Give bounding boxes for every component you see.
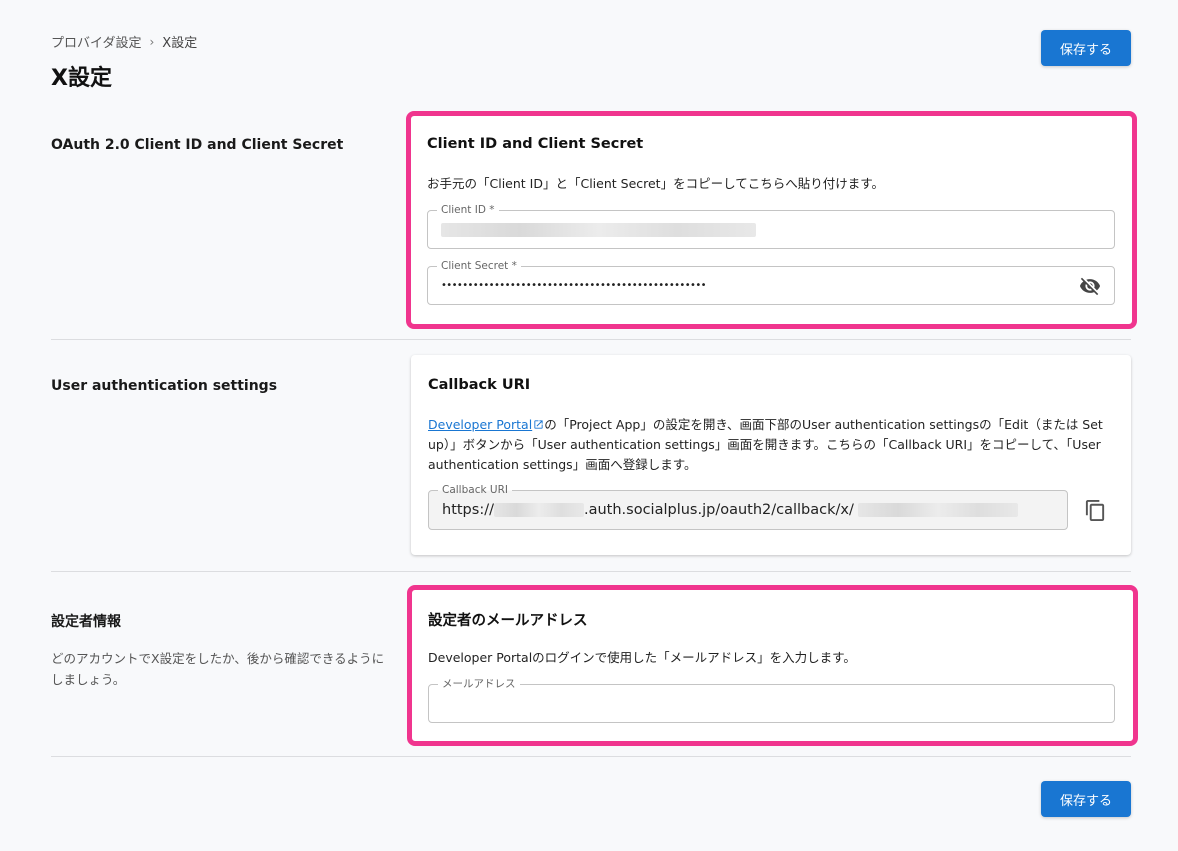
save-button-bottom[interactable]: 保存する xyxy=(1041,781,1131,817)
section-divider xyxy=(51,756,1131,757)
callback-uri-instruction: Developer Portal の「Project App」の設定を開き、画面下… xyxy=(428,415,1117,475)
callback-uri-tenant-redacted xyxy=(493,503,584,517)
page-title: X設定 xyxy=(51,66,112,91)
breadcrumb-provider-settings[interactable]: プロバイダ設定 xyxy=(51,32,141,51)
section-divider xyxy=(51,339,1131,340)
operator-email-card: 設定者のメールアドレス Developer Portalのログインで使用した「メ… xyxy=(407,585,1138,746)
eye-off-icon[interactable] xyxy=(1078,275,1102,297)
callback-uri-value: https:// .auth.socialplus.jp/oauth2/call… xyxy=(442,491,1018,529)
card-title-client-credentials: Client ID and Client Secret xyxy=(427,136,644,152)
callback-uri-path: .auth.socialplus.jp/oauth2/callback/x/ xyxy=(583,502,854,518)
client-id-field[interactable]: Client ID * xyxy=(427,203,1115,249)
operator-email-instruction: Developer Portalのログインで使用した「メールアドレス」を入力しま… xyxy=(428,650,856,665)
section-label-operator: 設定者情報 xyxy=(51,614,121,630)
section-label-user-auth: User authentication settings xyxy=(51,378,278,394)
section-desc-operator: どのアカウントでX設定をしたか、後から確認できるようにしましょう。 xyxy=(51,651,385,687)
callback-uri-field[interactable]: Callback URI https:// .auth.socialplus.j… xyxy=(428,483,1068,530)
section-divider xyxy=(51,571,1131,572)
client-secret-field[interactable]: Client Secret * ••••••••••••••••••••••••… xyxy=(427,259,1115,305)
client-id-value xyxy=(441,211,756,248)
email-field[interactable]: メールアドレス xyxy=(428,677,1115,723)
breadcrumb-current: X設定 xyxy=(162,36,198,51)
client-credentials-card: Client ID and Client Secret お手元の「Client … xyxy=(406,111,1137,329)
breadcrumb-separator: › xyxy=(149,34,155,49)
card-title-callback-uri: Callback URI xyxy=(428,377,531,393)
client-id-redacted xyxy=(441,222,756,237)
external-link-icon xyxy=(534,420,543,429)
section-label-oauth: OAuth 2.0 Client ID and Client Secret xyxy=(51,137,344,153)
copy-icon[interactable] xyxy=(1083,498,1107,522)
callback-uri-id-redacted xyxy=(857,503,1018,517)
client-credentials-instruction: お手元の「Client ID」と「Client Secret」をコピーしてこちら… xyxy=(427,176,884,191)
breadcrumb: プロバイダ設定 › X設定 xyxy=(51,32,198,52)
client-secret-value: ••••••••••••••••••••••••••••••••••••••••… xyxy=(441,280,707,291)
callback-uri-scheme: https:// xyxy=(442,502,494,518)
callback-uri-card: Callback URI Developer Portal の「Project A… xyxy=(411,355,1131,555)
email-label: メールアドレス xyxy=(438,677,520,691)
card-title-operator-email: 設定者のメールアドレス xyxy=(428,613,588,629)
save-button-top[interactable]: 保存する xyxy=(1041,30,1131,66)
developer-portal-link[interactable]: Developer Portal xyxy=(428,417,532,432)
